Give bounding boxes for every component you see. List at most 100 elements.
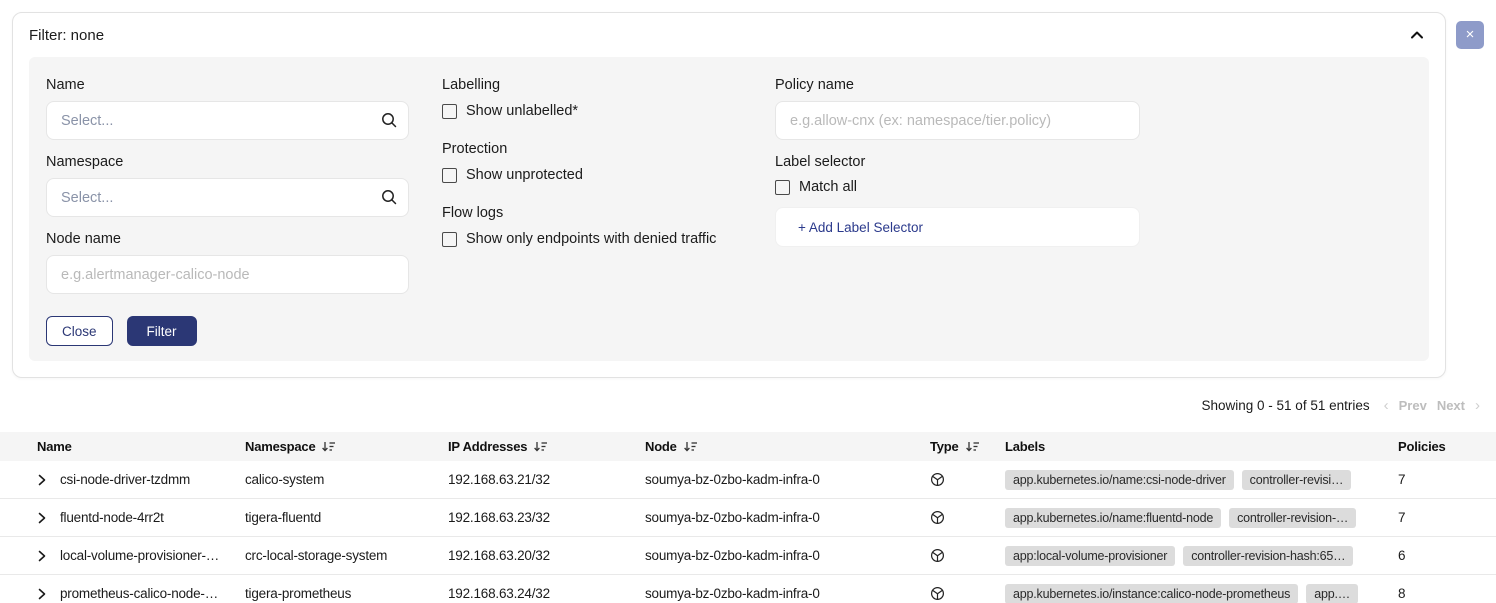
table-row: prometheus-calico-node-… tigera-promethe… xyxy=(0,575,1496,603)
show-unlabelled-checkbox[interactable] xyxy=(442,104,457,119)
endpoint-ip: 192.168.63.21/32 xyxy=(448,472,645,487)
match-all-checkbox[interactable] xyxy=(775,180,790,195)
next-page-button[interactable]: Next xyxy=(1437,398,1465,413)
filter-form: Name Namespace Node name xyxy=(29,57,1429,361)
show-unprotected-checkbox[interactable] xyxy=(442,168,457,183)
collapse-panel-button[interactable] xyxy=(1405,25,1429,45)
endpoint-name[interactable]: local-volume-provisioner-… xyxy=(60,548,245,563)
column-header-policies: Policies xyxy=(1398,439,1496,454)
label-chip[interactable]: app.kubernetes.io/name:fluentd-node xyxy=(1005,508,1221,528)
endpoint-ip: 192.168.63.20/32 xyxy=(448,548,645,563)
endpoint-ip: 192.168.63.23/32 xyxy=(448,510,645,525)
endpoint-policies-count: 7 xyxy=(1398,510,1496,525)
endpoint-policies-count: 6 xyxy=(1398,548,1496,563)
chevron-right-icon xyxy=(37,550,47,562)
sort-icon xyxy=(321,440,335,453)
label-chip[interactable]: controller-revision-hash:65… xyxy=(1183,546,1353,566)
table-toolbar: Showing 0 - 51 of 51 entries ‹ Prev Next… xyxy=(0,378,1496,432)
endpoint-node: soumya-bz-0zbo-kadm-infra-0 xyxy=(645,510,930,525)
table-row: local-volume-provisioner-… crc-local-sto… xyxy=(0,537,1496,575)
column-header-type[interactable]: Type xyxy=(930,439,1005,454)
table-header-row: Name Namespace IP Addresses Node Type xyxy=(0,432,1496,461)
filter-panel-header: Filter: none xyxy=(13,13,1445,57)
node-name-field-label: Node name xyxy=(46,231,409,247)
name-select-input[interactable] xyxy=(46,101,409,140)
dismiss-filter-button[interactable]: × xyxy=(1456,21,1484,49)
namespace-field-label: Namespace xyxy=(46,154,409,170)
endpoint-type xyxy=(930,548,1005,563)
endpoint-node: soumya-bz-0zbo-kadm-infra-0 xyxy=(645,472,930,487)
expand-row-button[interactable] xyxy=(37,474,60,486)
column-header-namespace[interactable]: Namespace xyxy=(245,439,448,454)
endpoint-namespace: tigera-fluentd xyxy=(245,510,448,525)
chevron-up-icon xyxy=(1409,29,1425,41)
column-header-name: Name xyxy=(37,439,245,454)
endpoint-namespace: crc-local-storage-system xyxy=(245,548,448,563)
label-chip[interactable]: app.kubernetes.io/name:csi-node-driver xyxy=(1005,470,1234,490)
next-chevron-icon[interactable]: › xyxy=(1475,397,1480,414)
table-row: csi-node-driver-tzdmm calico-system 192.… xyxy=(0,461,1496,499)
label-chip[interactable]: app.… xyxy=(1306,584,1358,603)
label-chip[interactable]: controller-revision-… xyxy=(1229,508,1356,528)
sort-icon xyxy=(683,440,697,453)
expand-row-button[interactable] xyxy=(37,550,60,562)
add-label-selector-button[interactable]: + Add Label Selector xyxy=(775,207,1140,247)
column-header-labels: Labels xyxy=(1005,439,1398,454)
endpoint-namespace: tigera-prometheus xyxy=(245,586,448,601)
search-icon xyxy=(380,188,398,206)
node-name-input[interactable] xyxy=(46,255,409,294)
endpoint-labels: app.kubernetes.io/name:fluentd-node cont… xyxy=(1005,508,1398,528)
pod-icon xyxy=(930,510,945,525)
endpoint-type xyxy=(930,586,1005,601)
show-unprotected-label: Show unprotected xyxy=(466,167,583,183)
pod-icon xyxy=(930,586,945,601)
sort-icon xyxy=(533,440,547,453)
protection-section-label: Protection xyxy=(442,141,775,157)
label-chip[interactable]: app:local-volume-provisioner xyxy=(1005,546,1175,566)
endpoint-labels: app:local-volume-provisioner controller-… xyxy=(1005,546,1398,566)
name-field-label: Name xyxy=(46,77,409,93)
filter-panel: Filter: none Name Namespace xyxy=(12,12,1446,378)
endpoint-type xyxy=(930,510,1005,525)
filter-bar: Filter: none Name Namespace xyxy=(0,0,1496,378)
filter-button[interactable]: Filter xyxy=(127,316,197,346)
column-header-ip-addresses[interactable]: IP Addresses xyxy=(448,439,645,454)
entries-summary: Showing 0 - 51 of 51 entries xyxy=(1202,398,1370,413)
flow-logs-section-label: Flow logs xyxy=(442,205,775,221)
endpoints-table: Name Namespace IP Addresses Node Type xyxy=(0,432,1496,603)
endpoint-ip: 192.168.63.24/32 xyxy=(448,586,645,601)
policy-name-field-label: Policy name xyxy=(775,77,1140,93)
policy-name-input[interactable] xyxy=(775,101,1140,140)
chevron-right-icon xyxy=(37,512,47,524)
endpoint-policies-count: 7 xyxy=(1398,472,1496,487)
denied-traffic-checkbox[interactable] xyxy=(442,232,457,247)
endpoint-name[interactable]: prometheus-calico-node-… xyxy=(60,586,245,601)
denied-traffic-label: Show only endpoints with denied traffic xyxy=(466,231,716,247)
pod-icon xyxy=(930,472,945,487)
close-button[interactable]: Close xyxy=(46,316,113,346)
label-selector-section-label: Label selector xyxy=(775,154,1140,170)
endpoint-type xyxy=(930,472,1005,487)
table-row: fluentd-node-4rr2t tigera-fluentd 192.16… xyxy=(0,499,1496,537)
endpoint-name[interactable]: csi-node-driver-tzdmm xyxy=(60,472,245,487)
expand-row-button[interactable] xyxy=(37,512,60,524)
close-icon: × xyxy=(1466,26,1475,43)
endpoint-namespace: calico-system xyxy=(245,472,448,487)
label-chip[interactable]: app.kubernetes.io/instance:calico-node-p… xyxy=(1005,584,1298,603)
expand-row-button[interactable] xyxy=(37,588,60,600)
labelling-section-label: Labelling xyxy=(442,77,775,93)
chevron-right-icon xyxy=(37,474,47,486)
column-header-node[interactable]: Node xyxy=(645,439,930,454)
endpoint-labels: app.kubernetes.io/instance:calico-node-p… xyxy=(1005,584,1398,603)
namespace-select-input[interactable] xyxy=(46,178,409,217)
endpoint-policies-count: 8 xyxy=(1398,586,1496,601)
endpoint-name[interactable]: fluentd-node-4rr2t xyxy=(60,510,245,525)
pager: ‹ Prev Next › xyxy=(1384,397,1480,414)
chevron-right-icon xyxy=(37,588,47,600)
sort-icon xyxy=(965,440,979,453)
prev-page-button[interactable]: Prev xyxy=(1399,398,1427,413)
show-unlabelled-label: Show unlabelled* xyxy=(466,103,578,119)
prev-chevron-icon[interactable]: ‹ xyxy=(1384,397,1389,414)
label-chip[interactable]: controller-revisi… xyxy=(1242,470,1352,490)
filter-title: Filter: none xyxy=(29,27,104,44)
